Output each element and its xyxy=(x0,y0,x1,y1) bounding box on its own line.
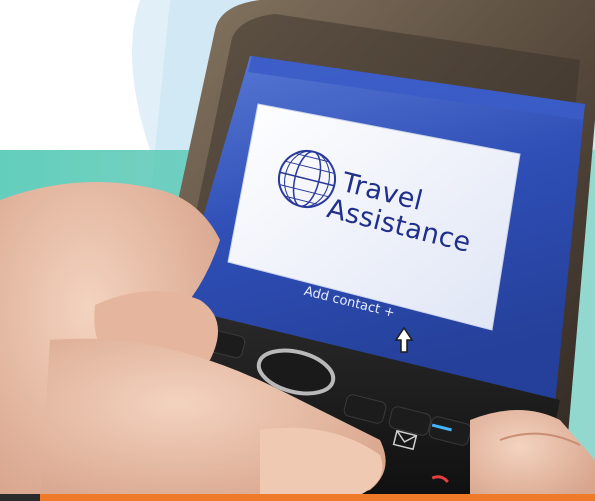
photo-scene: Travel Assistance Add contact + xyxy=(0,0,595,501)
orange-strip xyxy=(40,494,595,501)
